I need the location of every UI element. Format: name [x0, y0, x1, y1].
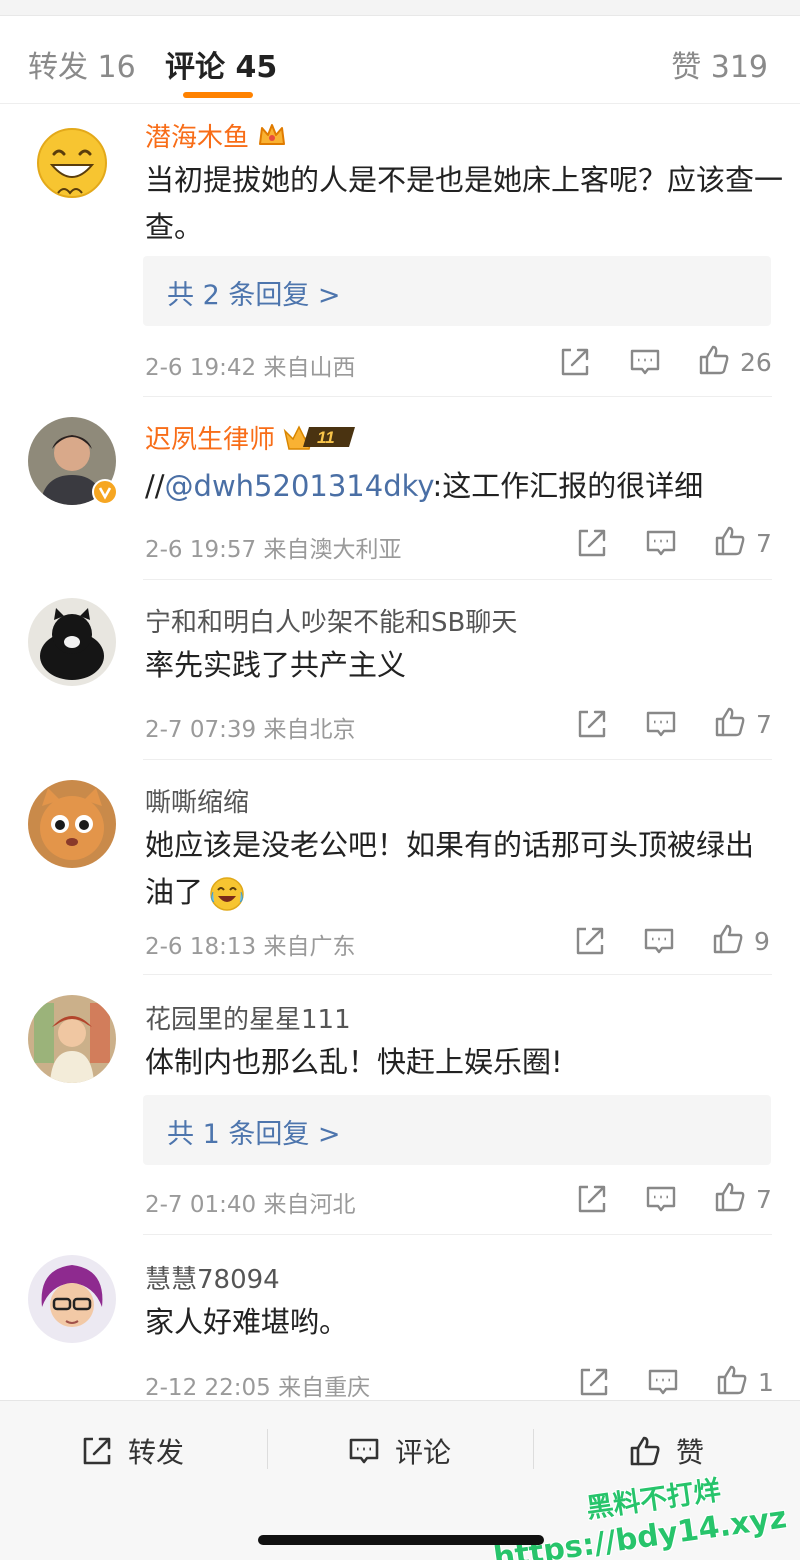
like-count: 1 — [758, 1368, 774, 1397]
avatar[interactable] — [28, 780, 116, 868]
mention-link[interactable]: @dwh5201314dky — [165, 469, 433, 503]
repost-icon[interactable] — [575, 526, 609, 560]
comment-meta: 2-12 22:05 来自重庆 — [145, 1368, 370, 1402]
home-indicator[interactable] — [258, 1535, 544, 1545]
comment-item: 迟夙生律师 11 //@dwh5201314dky:这工作汇报的很详细 2-6 1… — [0, 397, 800, 580]
comment-meta: 2-7 01:40 来自河北 — [145, 1185, 355, 1219]
comment-text: 她应该是没老公吧！如果有的话那可头顶被绿出油了 — [145, 822, 775, 916]
comment-icon[interactable] — [628, 345, 662, 379]
like-count: 7 — [756, 1185, 772, 1214]
repost-icon[interactable] — [573, 924, 607, 958]
repost-icon[interactable] — [577, 1365, 611, 1399]
username[interactable]: 慧慧78094 — [145, 1259, 280, 1296]
comment-meta: 2-6 19:57 来自澳大利亚 — [145, 530, 401, 564]
comment-icon — [349, 1438, 379, 1464]
tab-comments[interactable]: 评论 45 — [165, 42, 277, 86]
avatar[interactable] — [28, 121, 116, 209]
active-tab-indicator — [183, 92, 253, 98]
top-strip — [0, 0, 800, 16]
laughing-crying-emoji — [210, 877, 244, 911]
replies-link[interactable]: 共 2 条回复 > — [167, 273, 341, 312]
username[interactable]: 迟夙生律师 11 — [145, 419, 357, 458]
like-count: 7 — [756, 710, 772, 739]
tab-likes[interactable]: 赞 319 — [671, 42, 768, 86]
tab-repost[interactable]: 转发 16 — [28, 42, 136, 86]
comment-icon[interactable] — [644, 1182, 678, 1216]
comment-icon[interactable] — [646, 1365, 680, 1399]
repost-icon — [83, 1437, 111, 1465]
comment-location: 来自澳大利亚 — [263, 537, 402, 563]
like-count: 7 — [756, 529, 772, 558]
comment-text: 家人好难堪哟。 — [145, 1305, 349, 1339]
repost-icon[interactable] — [575, 707, 609, 741]
comment-item: 花园里的星星111 体制内也那么乱！快赶上娱乐圈! 共 1 条回复 > 2-7 … — [0, 975, 800, 1235]
replies-link[interactable]: 共 1 条回复 > — [167, 1112, 341, 1151]
crown-icon — [257, 122, 287, 155]
vip-level-text: 11 — [317, 428, 335, 447]
vip-level-badge: 11 — [283, 423, 357, 458]
username[interactable]: 花园里的星星111 — [145, 999, 351, 1036]
comment-item: 宁和和明白人吵架不能和SB聊天 率先实践了共产主义 2-7 07:39 来自北京… — [0, 580, 800, 760]
comment-item: 慧慧78094 家人好难堪哟。 2-12 22:05 来自重庆 1 — [0, 1235, 800, 1402]
comment-icon[interactable] — [644, 526, 678, 560]
divider — [533, 1429, 534, 1469]
comment-location: 来自河北 — [263, 1192, 356, 1218]
bottom-like-label: 赞 — [676, 1436, 705, 1469]
like-icon[interactable] — [713, 705, 747, 739]
like-icon[interactable] — [713, 524, 747, 558]
repost-icon[interactable] — [558, 345, 592, 379]
replies-box[interactable]: 共 1 条回复 > — [143, 1095, 771, 1165]
divider — [267, 1429, 268, 1469]
like-count: 9 — [754, 927, 770, 956]
like-icon[interactable] — [711, 922, 745, 956]
comment-location: 来自山西 — [263, 355, 356, 381]
verified-badge-icon — [92, 479, 118, 505]
username[interactable]: 嘶嘶缩缩 — [145, 782, 249, 819]
username[interactable]: 宁和和明白人吵架不能和SB聊天 — [145, 602, 517, 639]
comment-text: //@dwh5201314dky:这工作汇报的很详细 — [145, 463, 785, 510]
comment-location: 来自重庆 — [278, 1375, 371, 1401]
comment-meta: 2-7 07:39 来自北京 — [145, 710, 355, 744]
tab-bar: 转发 16 评论 45 赞 319 — [0, 16, 800, 104]
avatar[interactable] — [28, 995, 116, 1083]
bottom-comment-label: 评论 — [395, 1436, 452, 1469]
comment-time: 2-12 22:05 — [145, 1375, 271, 1401]
repost-icon[interactable] — [575, 1182, 609, 1216]
like-icon[interactable] — [715, 1363, 749, 1397]
comment-text-body: :这工作汇报的很详细 — [432, 469, 704, 503]
like-icon[interactable] — [697, 343, 731, 377]
username-text[interactable]: 潜海木鱼 — [145, 123, 249, 153]
comment-item: 嘶嘶缩缩 她应该是没老公吧！如果有的话那可头顶被绿出油了 2-6 18:13 来… — [0, 760, 800, 975]
avatar[interactable] — [28, 1255, 116, 1343]
replies-box[interactable]: 共 2 条回复 > — [143, 256, 771, 326]
quote-prefix: // — [145, 469, 165, 503]
comment-location: 来自广东 — [263, 934, 356, 960]
comment-meta: 2-6 19:42 来自山西 — [145, 348, 355, 382]
comment-time: 2-7 07:39 — [145, 717, 257, 743]
bottom-repost-label: 转发 — [128, 1436, 185, 1469]
comment-text: 体制内也那么乱！快赶上娱乐圈! — [145, 1045, 563, 1079]
comment-icon[interactable] — [644, 707, 678, 741]
comment-text: 率先实践了共产主义 — [145, 648, 407, 682]
bottom-repost-button[interactable]: 转发 — [80, 1431, 184, 1471]
comment-time: 2-6 19:57 — [145, 537, 257, 563]
bottom-like-button[interactable]: 赞 — [628, 1431, 704, 1471]
username-text[interactable]: 迟夙生律师 — [145, 425, 275, 455]
comment-text: 当初提拔她的人是不是也是她床上客呢？应该查一查。 — [145, 163, 784, 244]
comment-time: 2-6 18:13 — [145, 934, 257, 960]
comment-icon[interactable] — [642, 924, 676, 958]
comment-time: 2-7 01:40 — [145, 1192, 257, 1218]
like-icon[interactable] — [713, 1180, 747, 1214]
bottom-comment-button[interactable]: 评论 — [347, 1431, 451, 1471]
like-icon — [630, 1436, 660, 1466]
username[interactable]: 潜海木鱼 — [145, 117, 287, 155]
comment-location: 来自北京 — [263, 717, 356, 743]
comment-time: 2-6 19:42 — [145, 355, 257, 381]
comment-item: 潜海木鱼 当初提拔她的人是不是也是她床上客呢？应该查一查。 共 2 条回复 > … — [0, 105, 800, 397]
comment-meta: 2-6 18:13 来自广东 — [145, 927, 355, 961]
like-count: 26 — [740, 348, 772, 377]
avatar[interactable] — [28, 598, 116, 686]
